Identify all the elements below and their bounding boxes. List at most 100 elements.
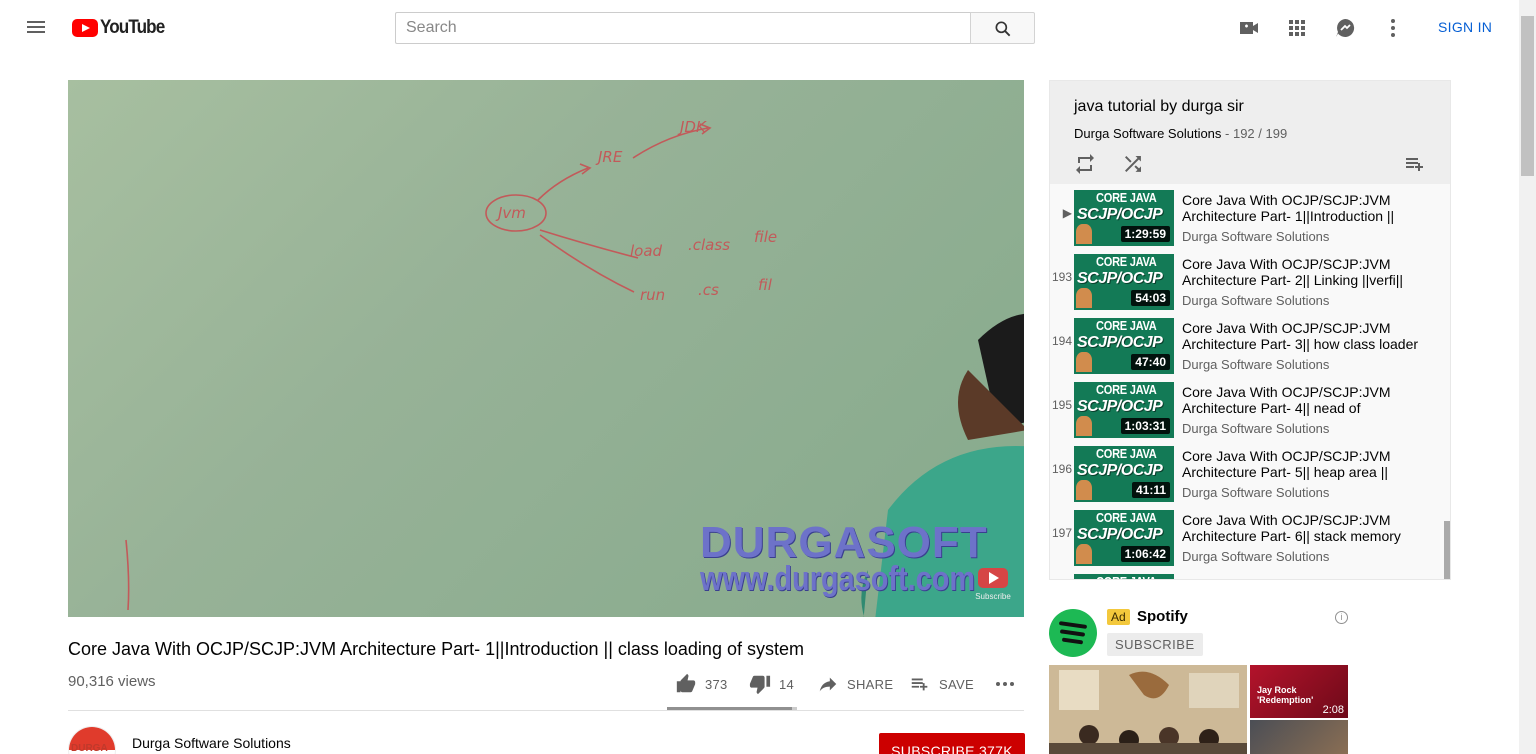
playlist-item-thumbnail[interactable]: CORE JAVA SCJP/OCJP 1:29:59 (1074, 190, 1174, 246)
playlist-item-duration: 41:11 (1131, 482, 1170, 498)
playlist-item-thumbnail[interactable]: CORE JAVA SCJP/OCJP 41:11 (1074, 446, 1174, 502)
search-input[interactable]: Search (395, 12, 971, 44)
thumb-line2: SCJP/OCJP (1077, 526, 1163, 543)
subscribe-watermark[interactable]: Subscribe (974, 566, 1012, 601)
playlist-item[interactable]: 194 CORE JAVA SCJP/OCJP 47:40 Core Java With… (1050, 312, 1444, 376)
spotify-logo[interactable] (1049, 609, 1097, 657)
thumb-line1: CORE JAVA (1096, 190, 1157, 205)
playlist-header: java tutorial by durga sir Durga Softwar… (1050, 81, 1450, 184)
playlist-item-thumbnail[interactable]: CORE JAVASCJP/OCJP (1074, 574, 1174, 579)
playlist-item[interactable]: CORE JAVASCJP/OCJP Core Java With OCJP/SC… (1050, 568, 1444, 579)
svg-text:load: load (630, 242, 663, 260)
subscribe-button[interactable]: SUBSCRIBE 377K (879, 733, 1025, 754)
ad-subscribe-button[interactable]: SUBSCRIBE (1107, 633, 1203, 656)
ad-tile-duration: 2:08 (1322, 704, 1344, 716)
channel-avatar[interactable]: DURGA (68, 726, 116, 754)
scrollbar-thumb[interactable] (1521, 16, 1534, 176)
playlist-channel[interactable]: Durga Software Solutions (1074, 126, 1221, 141)
thumb-line1: CORE JAVA (1096, 446, 1157, 461)
masthead: YouTube Search SIGN IN (0, 0, 1519, 56)
playlist-item-title[interactable]: Core Java With OCJP/SCJP:JVM Architectur… (1182, 256, 1432, 288)
ad-main-thumbnail[interactable] (1049, 665, 1247, 754)
playlist-scrollbar[interactable] (1444, 521, 1450, 579)
playlist-item-title[interactable]: Core Java With OCJP/SCJP:JVM Architectur… (1182, 192, 1432, 224)
apps-grid-icon[interactable] (1285, 16, 1309, 40)
messages-icon[interactable] (1333, 16, 1357, 40)
playlist-item-duration: 47:40 (1131, 354, 1170, 370)
svg-text:.class: .class (688, 236, 730, 254)
like-button[interactable]: 373 (675, 672, 728, 696)
svg-text:run: run (640, 286, 665, 304)
playlist-panel: java tutorial by durga sir Durga Softwar… (1049, 80, 1451, 580)
shuffle-icon[interactable] (1121, 152, 1145, 176)
thumb-line2: SCJP/OCJP (1077, 270, 1163, 287)
thumb-face (1076, 288, 1092, 308)
playlist-item[interactable]: 196 CORE JAVA SCJP/OCJP 41:11 Core Java With… (1050, 440, 1444, 504)
dislike-button[interactable]: 14 (749, 672, 794, 696)
loop-icon[interactable] (1073, 152, 1097, 176)
thumb-face (1076, 416, 1092, 436)
more-vertical-icon[interactable] (1381, 16, 1405, 40)
playlist-item-channel: Durga Software Solutions (1182, 229, 1330, 244)
ad-info-icon[interactable]: i (1335, 611, 1348, 624)
youtube-play-icon (72, 19, 98, 37)
thumb-line2: SCJP/OCJP (1077, 398, 1163, 415)
svg-text:.cs: .cs (698, 281, 719, 299)
thumb-face (1076, 544, 1092, 564)
ad-video-tile-2[interactable] (1250, 720, 1348, 754)
ad-video-tile-1[interactable]: Jay Rock 'Redemption' 2:08 (1250, 665, 1348, 718)
thumb-line1: CORE JAVA (1096, 254, 1157, 269)
playlist-save-icon[interactable] (1403, 152, 1427, 176)
playlist-item-channel: Durga Software Solutions (1182, 549, 1330, 564)
playlist-item[interactable]: 197 CORE JAVA SCJP/OCJP 1:06:42 Core Java Wi… (1050, 504, 1444, 568)
playlist-item-text: Core Java With OCJP/SCJP:JVM Architectur… (1182, 256, 1432, 308)
ad-advertiser-name[interactable]: Spotify (1137, 608, 1188, 625)
search-icon (995, 21, 1011, 37)
playlist-item-thumbnail[interactable]: CORE JAVA SCJP/OCJP 47:40 (1074, 318, 1174, 374)
playlist-item-duration: 1:03:31 (1120, 418, 1170, 434)
ad-badge: Ad (1107, 609, 1130, 625)
channel-name[interactable]: Durga Software Solutions (132, 735, 291, 751)
playlist-item[interactable]: 193 CORE JAVA SCJP/OCJP 54:03 Core Java With… (1050, 248, 1444, 312)
save-button[interactable]: SAVE (909, 672, 974, 696)
share-button[interactable]: SHARE (817, 672, 893, 696)
dislike-count: 14 (779, 676, 795, 692)
playlist-item-index: 197 (1051, 526, 1072, 540)
playlist-item-text: Core Java With OCJP/SCJP:JVM (1182, 576, 1432, 579)
playlist-item-thumbnail[interactable]: CORE JAVA SCJP/OCJP 1:06:42 (1074, 510, 1174, 566)
playlist-title[interactable]: java tutorial by durga sir (1074, 98, 1244, 116)
page-scrollbar[interactable] (1519, 0, 1536, 754)
ad-tile-title: Jay Rock 'Redemption' (1257, 685, 1314, 705)
menu-icon[interactable] (24, 16, 48, 40)
playlist-item-channel: Durga Software Solutions (1182, 293, 1330, 308)
playlist-item[interactable]: ▶ CORE JAVA SCJP/OCJP 1:29:59 Core Java With… (1050, 184, 1444, 248)
more-actions-button[interactable] (993, 672, 1025, 696)
svg-text:JDK: JDK (677, 118, 707, 136)
search-button[interactable] (970, 12, 1035, 44)
sign-in-button[interactable]: SIGN IN (1438, 19, 1492, 35)
playlist-item-title[interactable]: Core Java With OCJP/SCJP:JVM (1182, 576, 1432, 579)
youtube-logo[interactable]: YouTube (72, 17, 171, 39)
playlist-item[interactable]: 195 CORE JAVA SCJP/OCJP 1:03:31 Core Java Wi… (1050, 376, 1444, 440)
svg-text:JRE: JRE (595, 148, 623, 166)
playlist-item-title[interactable]: Core Java With OCJP/SCJP:JVM Architectur… (1182, 512, 1432, 544)
video-player[interactable]: Jvm JRE JDK load .class file run .cs fil… (68, 80, 1024, 617)
playlist-item-title[interactable]: Core Java With OCJP/SCJP:JVM Architectur… (1182, 320, 1432, 352)
playlist-position: - 192 / 199 (1221, 126, 1288, 141)
playlist-item-title[interactable]: Core Java With OCJP/SCJP:JVM Architectur… (1182, 384, 1432, 416)
thumb-face (1076, 480, 1092, 500)
thumb-face (1076, 224, 1092, 244)
playlist-item-channel: Durga Software Solutions (1182, 421, 1330, 436)
create-video-icon[interactable] (1237, 16, 1261, 40)
ad-scene-image (1049, 665, 1247, 754)
svg-text:Jvm: Jvm (495, 204, 526, 222)
thumb-line2: SCJP/OCJP (1077, 206, 1163, 223)
playlist-item-title[interactable]: Core Java With OCJP/SCJP:JVM Architectur… (1182, 448, 1432, 480)
playlist-item-thumbnail[interactable]: CORE JAVA SCJP/OCJP 1:03:31 (1074, 382, 1174, 438)
playlist-item-thumbnail[interactable]: CORE JAVA SCJP/OCJP 54:03 (1074, 254, 1174, 310)
svg-text:fil: fil (758, 276, 773, 294)
playlist-item-text: Core Java With OCJP/SCJP:JVM Architectur… (1182, 448, 1432, 500)
subscribe-badge-text: Subscribe (975, 592, 1011, 601)
spotify-wave (1058, 621, 1088, 629)
like-count: 373 (705, 676, 728, 692)
